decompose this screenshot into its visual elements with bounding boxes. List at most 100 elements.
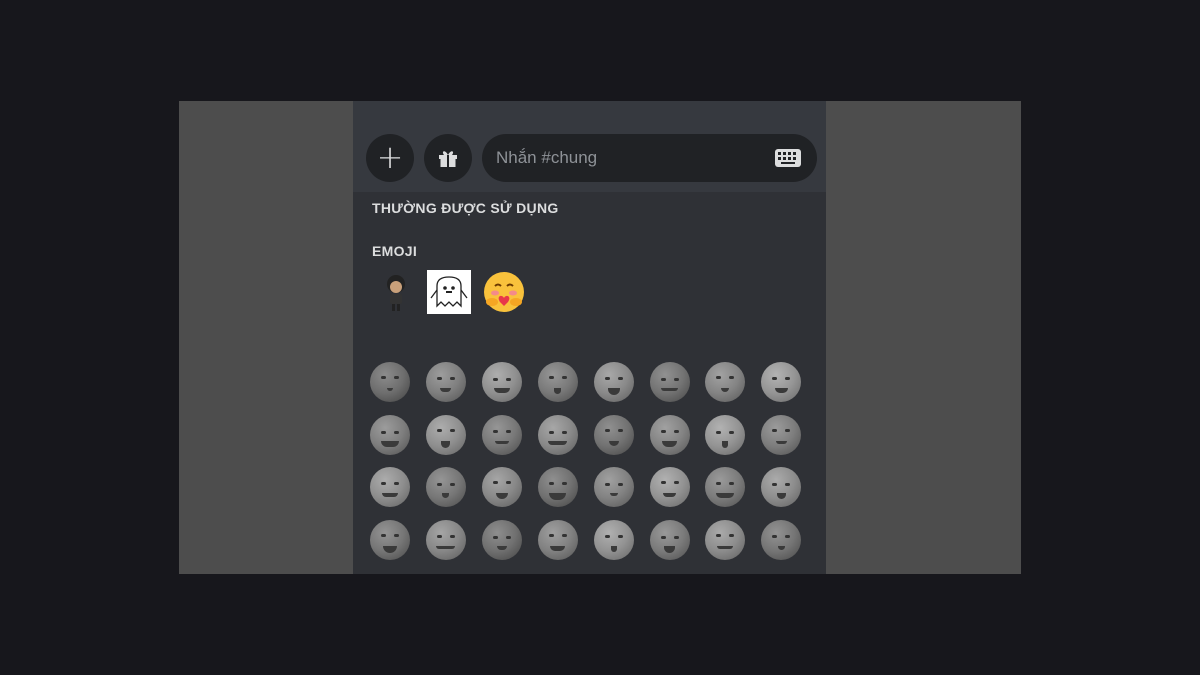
meh-face [649,467,690,507]
character-sticker[interactable] [374,270,418,314]
ninja-sticker-face [761,519,802,560]
swirl-face [705,467,746,507]
emoji-sleepy[interactable] [758,359,804,405]
emoji-picker-panel: + Nhắn #chung THƯỜNG ĐƯỢC SỬ DỤNG EMOJI [353,101,826,574]
surprised-face [761,414,802,455]
mouth [493,388,510,393]
emoji-wink-eye[interactable] [647,517,693,563]
emoji-dizzy-eyes[interactable] [479,359,525,405]
eye [505,429,511,433]
headband-dizzy-face [649,414,690,455]
eye [505,481,511,484]
mouth [661,388,678,391]
mouth [664,545,675,553]
emoji-horns[interactable] [647,359,693,405]
message-input-placeholder: Nhắn #chung [496,148,598,167]
frog-scream-face [370,362,410,402]
emoji-grumpy[interactable] [702,517,748,563]
mouth [382,493,398,497]
eye [548,376,554,379]
emoji-sweat-drop[interactable] [591,359,637,405]
eye [604,534,610,538]
emoji-grin-wide[interactable] [479,517,525,563]
emoji-frown[interactable] [702,359,748,405]
emoji-worried[interactable] [591,412,637,458]
emoji-devil[interactable] [758,464,804,510]
dizzy-eyes-face [481,362,522,402]
emoji-spider-mask[interactable] [367,412,413,458]
emoji-ninja-sticker[interactable] [758,517,804,563]
crying-face [537,519,578,560]
eye [772,534,778,538]
splash-face [425,519,466,560]
eye [785,483,791,486]
emoji-grimace[interactable] [367,464,413,510]
emoji-side-eye[interactable] [423,464,469,510]
eye [561,482,567,485]
sleepy-face [761,362,802,402]
eye [604,483,610,486]
emoji-meh[interactable] [647,464,693,510]
sweat-drop-face [593,362,634,402]
mouth [442,493,450,498]
emoji-surprised[interactable] [758,412,804,458]
mouth [381,440,399,447]
emoji-headband-dizzy[interactable] [647,412,693,458]
mouth [383,545,397,553]
eye [673,481,679,484]
eye [449,377,455,380]
thinking-face [481,414,522,455]
eye [449,483,455,486]
emoji-kiss[interactable] [535,359,581,405]
mouth [436,545,456,549]
eye [394,376,399,379]
eye [436,534,442,538]
eye [673,429,679,433]
emoji-grin[interactable] [367,517,413,563]
mouth [441,440,451,448]
ghost-sticker[interactable] [427,270,471,314]
emoji-thinking[interactable] [479,412,525,458]
emoji-cheeky[interactable] [535,412,581,458]
mouth [496,545,507,550]
eye [436,483,442,486]
section-title-frequent: THƯỜNG ĐƯỢC SỬ DỤNG [372,200,559,216]
devil-face [761,467,802,507]
emoji-sunglasses[interactable] [591,464,637,510]
emoji-swirl[interactable] [702,464,748,510]
eye [673,535,679,539]
emoji-splash[interactable] [423,517,469,563]
hugging-face-emoji[interactable] [482,270,526,314]
mouth [777,545,785,550]
eye [716,376,722,379]
emoji-drool[interactable] [423,359,469,405]
message-input[interactable]: Nhắn #chung [482,134,817,182]
wink-eye-face [649,519,690,560]
emoji-smug[interactable] [423,412,469,458]
section-title-emoji: EMOJI [372,243,418,259]
eye [617,377,623,380]
eye [449,534,455,538]
emoji-crying[interactable] [535,517,581,563]
gift-button[interactable] [424,134,472,182]
eye [492,481,498,484]
eye [716,430,722,434]
shy-face [705,414,746,455]
emoji-shy[interactable] [702,412,748,458]
emoji-bunnies[interactable] [535,464,581,510]
emoji-frog-scream[interactable] [367,359,413,405]
keyboard-icon[interactable] [775,149,801,167]
eye [394,533,399,537]
emoji-sleepy-sweat[interactable] [591,517,637,563]
gift-icon [439,151,457,167]
horns-face [649,362,690,402]
cheeky-face [537,414,578,455]
add-attachment-button[interactable]: + [366,134,414,182]
emoji-shock[interactable] [479,464,525,510]
eye [772,483,778,486]
eye [729,376,735,379]
eye [561,430,567,434]
shock-face [481,467,522,507]
mouth [495,493,508,499]
eye [505,535,511,539]
